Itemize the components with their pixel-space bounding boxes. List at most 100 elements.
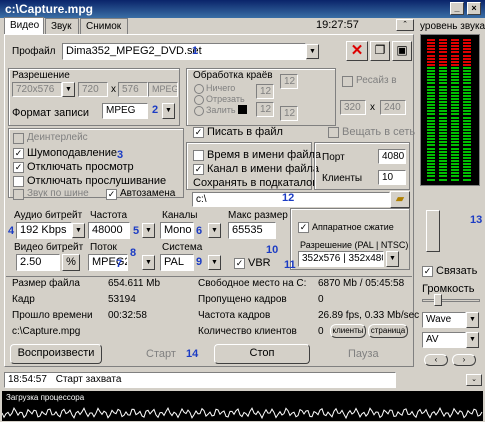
level-segment [427, 91, 435, 94]
minimize-button[interactable]: _ [450, 2, 464, 15]
bus-sound-checkbox[interactable] [13, 189, 24, 200]
audio-bitrate-dropdown[interactable]: ▼ [72, 223, 85, 238]
pause-button[interactable]: Пауза [348, 348, 379, 360]
level-segment [463, 60, 471, 63]
clients-input[interactable]: 10 [378, 170, 406, 185]
link-checkbox[interactable]: ✓ [422, 266, 433, 277]
edges-radio-cut[interactable] [194, 95, 204, 105]
level-segment [463, 122, 471, 125]
system-select[interactable]: PAL [160, 254, 194, 271]
broadcast-checkbox[interactable] [328, 127, 339, 138]
next-button[interactable]: › [452, 354, 476, 366]
volume-slider-vertical[interactable] [426, 210, 440, 252]
new-profile-button[interactable]: ❐ [370, 41, 390, 61]
level-segment [439, 153, 447, 156]
system-dropdown[interactable]: ▼ [208, 255, 221, 270]
log-toggle-button[interactable]: ⌄ [466, 374, 482, 386]
fill-color-swatch[interactable] [238, 105, 247, 114]
marker-6: 6 [196, 225, 203, 237]
resize-height[interactable]: 240 [380, 100, 406, 115]
edge-bottom[interactable]: 12 [256, 102, 274, 117]
time-name-checkbox[interactable] [193, 150, 204, 161]
resolution-preset[interactable]: 720x576 [12, 82, 62, 97]
level-segment [463, 163, 471, 165]
resolution-std[interactable]: MPEG2 [148, 82, 178, 97]
write-file-checkbox[interactable]: ✓ [193, 127, 204, 138]
collapse-button[interactable]: ⌃ [396, 19, 414, 31]
autoreplace-checkbox[interactable]: ✓ [106, 189, 117, 200]
level-label: уровень звука [420, 21, 485, 32]
frequency-select[interactable]: 48000 [88, 222, 130, 239]
video-bitrate-input[interactable]: 2.50 [16, 254, 60, 271]
level-segment [439, 150, 447, 153]
level-segment [439, 125, 447, 128]
level-segment [451, 169, 459, 172]
resolution-pal-dropdown[interactable]: ▼ [386, 251, 399, 267]
clients-button[interactable]: клиенты [330, 324, 366, 338]
edges-radio-fill[interactable] [194, 106, 204, 116]
noise-checkbox[interactable]: ✓ [13, 148, 24, 159]
bitrate-calc-button[interactable]: % [62, 254, 80, 271]
edges-radio-none[interactable] [194, 84, 204, 94]
stop-button[interactable]: Стоп [214, 344, 310, 364]
marker-12: 12 [282, 192, 295, 204]
client-count-value: 0 [318, 326, 324, 337]
vbr-checkbox[interactable]: ✓ [234, 258, 245, 269]
resize-width[interactable]: 320 [340, 100, 366, 115]
level-segment [427, 60, 435, 63]
stream-dropdown[interactable]: ▼ [142, 255, 155, 270]
no-listen-checkbox[interactable] [13, 176, 24, 187]
port-input[interactable]: 4080 [378, 149, 406, 164]
edge-left[interactable]: 12 [280, 74, 298, 89]
edge-right[interactable]: 12 [280, 106, 298, 121]
channels-dropdown[interactable]: ▼ [208, 223, 221, 238]
resolution-preset-dropdown[interactable]: ▼ [62, 82, 75, 97]
frequency-dropdown[interactable]: ▼ [142, 223, 155, 238]
level-segment [439, 54, 447, 57]
av-dropdown[interactable]: ▼ [466, 332, 479, 348]
deinterlace-checkbox[interactable] [13, 133, 24, 144]
channel-name-checkbox[interactable]: ✓ [193, 164, 204, 175]
level-segment [439, 73, 447, 76]
av-select[interactable]: AV [422, 332, 466, 348]
close-button[interactable]: × [467, 2, 481, 15]
tab-sound[interactable]: Звук [45, 18, 79, 35]
audio-bitrate-select[interactable]: 192 Kbps [16, 222, 72, 239]
prev-button[interactable]: ‹ [424, 354, 448, 366]
channels-select[interactable]: Mono [160, 222, 194, 239]
play-button[interactable]: Воспроизвести [10, 344, 102, 364]
start-button[interactable]: Старт [146, 348, 176, 360]
resize-checkbox[interactable] [342, 76, 353, 87]
level-segment [427, 57, 435, 60]
volume-slider[interactable] [434, 294, 442, 306]
tab-snapshot[interactable]: Снимок [80, 18, 128, 35]
delete-profile-button[interactable]: ✕ [346, 41, 368, 61]
no-preview-checkbox[interactable]: ✓ [13, 162, 24, 173]
wave-select[interactable]: Wave [422, 312, 466, 328]
resolution-height[interactable]: 576 [118, 82, 148, 97]
level-segment [451, 82, 459, 85]
level-segment [439, 128, 447, 131]
save-profile-button[interactable]: ▣ [392, 41, 412, 61]
level-segment [427, 85, 435, 88]
hw-compress-checkbox[interactable]: ✓ [298, 222, 309, 233]
level-segment [463, 125, 471, 128]
page-button[interactable]: страница [368, 324, 408, 338]
level-segment [463, 116, 471, 119]
format-select[interactable]: MPEG [102, 103, 148, 119]
edge-top[interactable]: 12 [256, 84, 274, 99]
level-segment [451, 119, 459, 122]
wave-dropdown[interactable]: ▼ [466, 312, 479, 328]
format-dropdown[interactable]: ▼ [162, 103, 175, 119]
profile-input[interactable]: Dima352_MPEG2_DVD.set [62, 43, 306, 60]
level-segment [451, 153, 459, 156]
profile-dropdown[interactable]: ▼ [306, 44, 319, 59]
level-segment [451, 172, 459, 175]
resolution-pal-select[interactable]: 352x576 | 352x480 [298, 251, 384, 267]
tab-video[interactable]: Видео [4, 17, 44, 35]
max-size-input[interactable]: 65535 [228, 222, 276, 239]
resolution-width[interactable]: 720 [78, 82, 108, 97]
folder-icon: ▰ [395, 193, 405, 205]
level-segment [463, 150, 471, 153]
browse-folder-button[interactable]: ▰ [390, 191, 410, 208]
